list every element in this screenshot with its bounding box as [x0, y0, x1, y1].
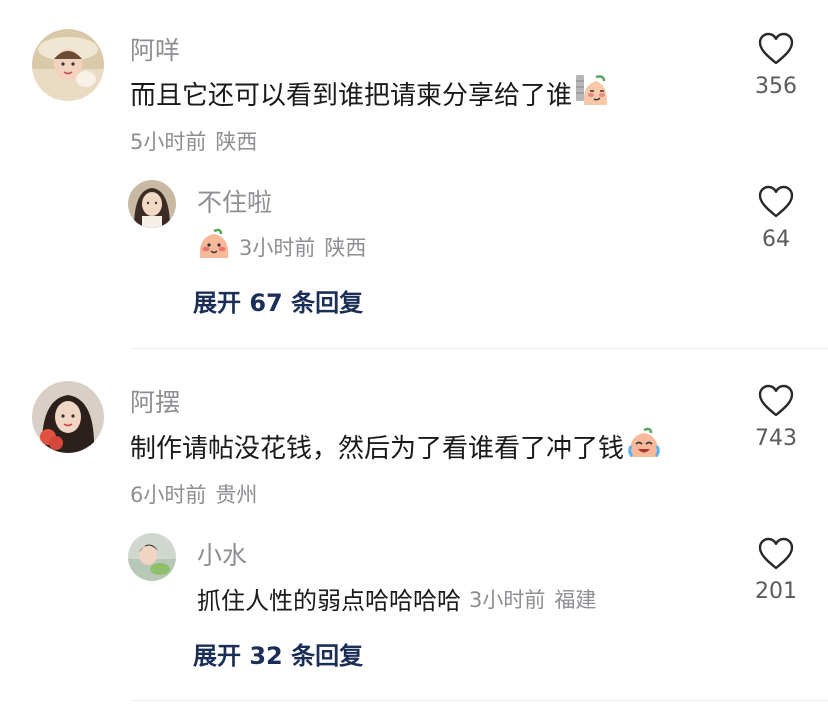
divider	[130, 348, 828, 349]
comment-text-body: 制作请帖没花钱，然后为了看谁看了冲了钱	[130, 434, 625, 464]
comment-location: 贵州	[215, 483, 258, 507]
heart-icon[interactable]	[758, 32, 794, 66]
heart-icon[interactable]	[758, 185, 794, 219]
like-button[interactable]: 743	[731, 384, 821, 451]
comment-time: 6小时前	[130, 483, 207, 507]
reply-text-row: 抓住人性的弱点哈哈哈哈 3小时前 福建	[197, 581, 596, 616]
like-button[interactable]: 356	[731, 32, 821, 99]
reply-username[interactable]: 小水	[197, 536, 247, 572]
heart-icon[interactable]	[758, 384, 794, 418]
comment-text: 制作请帖没花钱，然后为了看谁看了冲了钱	[130, 426, 662, 467]
comment-text: 而且它还可以看到谁把请柬分享给了谁	[130, 73, 610, 114]
avatar[interactable]	[32, 381, 104, 453]
divider	[130, 700, 828, 701]
avatar[interactable]	[32, 29, 104, 101]
like-count: 64	[762, 227, 790, 252]
comment-time: 5小时前	[130, 130, 207, 154]
reply-meta: 3小时前 福建	[469, 584, 596, 614]
smirk-peach-emoji	[574, 73, 610, 114]
crying-laughing-peach-emoji	[626, 426, 662, 467]
reply-like-button[interactable]: 64	[731, 185, 821, 252]
reply-text: 抓住人性的弱点哈哈哈哈	[197, 587, 461, 615]
reply-location: 福建	[554, 587, 597, 612]
like-count: 201	[755, 579, 797, 604]
reply-time: 3小时前	[239, 235, 316, 260]
comment-text-body: 而且它还可以看到谁把请柬分享给了谁	[130, 81, 573, 111]
comment-location: 陕西	[215, 130, 258, 154]
reply-location: 陕西	[324, 235, 367, 260]
comment-username[interactable]: 阿摆	[130, 383, 180, 419]
heart-icon[interactable]	[758, 537, 794, 571]
comment-username[interactable]: 阿咩	[130, 31, 180, 67]
reply-avatar[interactable]	[128, 533, 176, 581]
reply-meta: 3小时前 陕西	[197, 228, 366, 265]
like-count: 356	[755, 74, 797, 99]
reply-username[interactable]: 不住啦	[197, 183, 272, 219]
expand-replies-button[interactable]: 展开 67 条回复	[193, 283, 363, 318]
like-count: 743	[755, 426, 797, 451]
comment-meta: 6小时前 贵州	[130, 479, 257, 509]
reply-time: 3小时前	[469, 587, 546, 612]
expand-replies-button[interactable]: 展开 32 条回复	[193, 636, 363, 671]
blush-peach-emoji	[197, 228, 231, 265]
comment-meta: 5小时前 陕西	[130, 126, 257, 156]
reply-avatar[interactable]	[128, 180, 176, 228]
reply-like-button[interactable]: 201	[731, 537, 821, 604]
